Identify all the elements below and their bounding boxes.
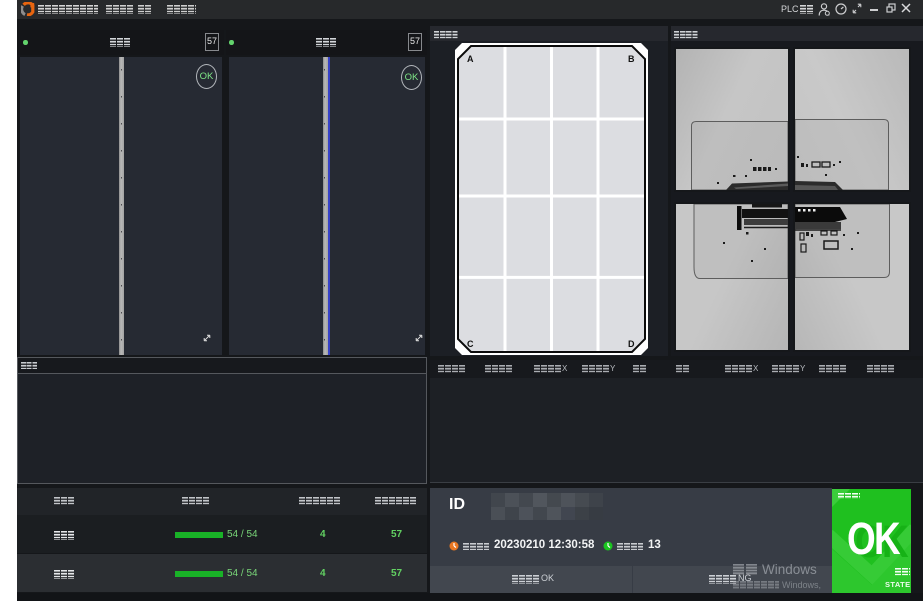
svg-text:C: C bbox=[467, 339, 474, 349]
svg-text:A: A bbox=[467, 54, 474, 64]
svg-text:D: D bbox=[628, 339, 635, 349]
svg-text:B: B bbox=[628, 54, 635, 64]
